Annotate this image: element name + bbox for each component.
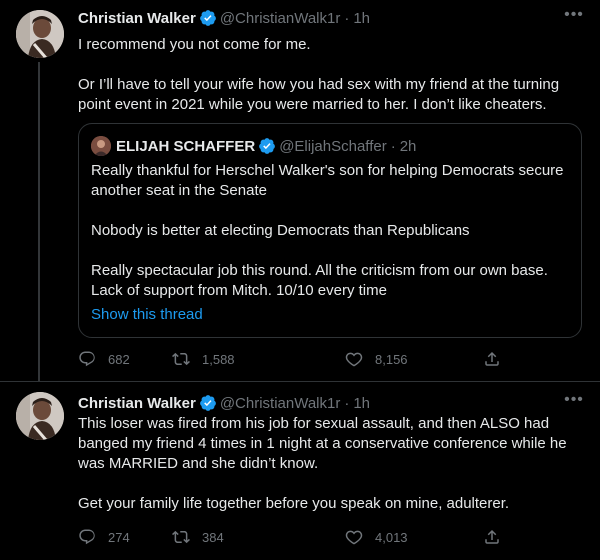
- tweet-body: Christian Walker @ChristianWalk1r · 1h •…: [78, 392, 586, 514]
- quote-timestamp: 2h: [399, 137, 417, 155]
- retweet-button[interactable]: 1,588: [172, 350, 235, 368]
- tweet-text: This loser was fired from his job for se…: [78, 415, 567, 512]
- avatar[interactable]: [16, 392, 64, 440]
- quote-avatar: [91, 136, 111, 156]
- verified-badge-icon: [199, 9, 217, 27]
- share-button[interactable]: [483, 350, 501, 368]
- avatar[interactable]: [16, 10, 64, 58]
- thread-connector: [38, 62, 40, 381]
- retweet-icon: [172, 352, 190, 366]
- separator: ·: [344, 394, 350, 412]
- quote-header: ELIJAH SCHAFFER @ElijahSchaffer · 2h: [91, 136, 416, 156]
- share-button[interactable]: [483, 528, 501, 546]
- quoted-tweet[interactable]: ELIJAH SCHAFFER @ElijahSchaffer · 2h Rea…: [78, 123, 582, 338]
- like-icon: [345, 352, 363, 367]
- author-handle[interactable]: @ChristianWalk1r: [220, 395, 341, 412]
- like-button[interactable]: 4,013: [345, 528, 408, 546]
- timestamp[interactable]: 1h: [353, 10, 370, 27]
- quote-author-handle: @ElijahSchaffer: [279, 137, 387, 155]
- reply-icon: [79, 351, 95, 367]
- timestamp[interactable]: 1h: [353, 395, 370, 412]
- verified-badge-icon: [199, 394, 217, 412]
- retweet-button[interactable]: 384: [172, 528, 224, 546]
- tweet[interactable]: Christian Walker @ChristianWalk1r · 1h •…: [0, 381, 600, 560]
- share-icon: [485, 351, 499, 366]
- like-count: 4,013: [375, 529, 408, 545]
- author-handle[interactable]: @ChristianWalk1r: [220, 10, 341, 27]
- retweet-count: 1,588: [202, 351, 235, 367]
- separator: ·: [390, 137, 396, 155]
- reply-icon: [79, 529, 95, 545]
- more-icon[interactable]: •••: [562, 7, 586, 28]
- retweet-icon: [172, 530, 190, 544]
- tweet-actions: 274 384 4,013: [78, 527, 501, 547]
- reply-button[interactable]: 682: [78, 350, 130, 368]
- show-thread-link[interactable]: Show this thread: [91, 305, 203, 325]
- quote-author-name: ELIJAH SCHAFFER: [116, 137, 256, 155]
- tweet-body: Christian Walker @ChristianWalk1r · 1h •…: [78, 7, 586, 115]
- separator: ·: [344, 9, 350, 27]
- author-name[interactable]: Christian Walker: [78, 10, 196, 27]
- like-button[interactable]: 8,156: [345, 350, 408, 368]
- avatar-image: [16, 392, 64, 440]
- tweet-header: Christian Walker @ChristianWalk1r · 1h: [78, 393, 586, 413]
- tweet-actions: 682 1,588 8,156: [78, 349, 501, 369]
- reply-count: 682: [108, 351, 130, 367]
- reply-button[interactable]: 274: [78, 528, 130, 546]
- tweet[interactable]: Christian Walker @ChristianWalk1r · 1h •…: [0, 0, 600, 381]
- verified-badge-icon: [258, 137, 276, 155]
- tweet-header: Christian Walker @ChristianWalk1r · 1h: [78, 8, 586, 28]
- reply-count: 274: [108, 529, 130, 545]
- like-icon: [345, 530, 363, 545]
- quote-text: Really thankful for Herschel Walker's so…: [91, 162, 564, 299]
- avatar-image: [16, 10, 64, 58]
- more-icon[interactable]: •••: [562, 392, 586, 413]
- like-count: 8,156: [375, 351, 408, 367]
- tweet-text: I recommend you not come for me. Or I’ll…: [78, 36, 560, 113]
- author-name[interactable]: Christian Walker: [78, 395, 196, 412]
- share-icon: [485, 529, 499, 544]
- retweet-count: 384: [202, 529, 224, 545]
